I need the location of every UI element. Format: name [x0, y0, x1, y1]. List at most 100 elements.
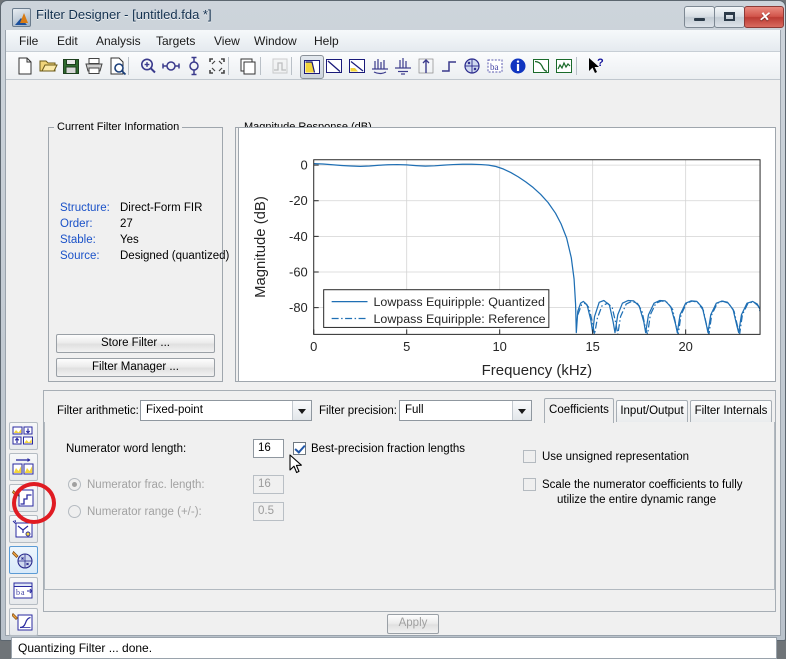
- chevron-down-icon[interactable]: [512, 401, 531, 420]
- menu-targets[interactable]: Targets: [151, 33, 200, 49]
- close-button[interactable]: ✕: [744, 6, 784, 28]
- save-icon: [60, 55, 82, 77]
- stable-label: Stable:: [60, 234, 96, 246]
- magnitude-and-phase-button[interactable]: [346, 55, 368, 77]
- filter-arithmetic-value: Fixed-point: [146, 404, 203, 416]
- apply-button[interactable]: Apply: [387, 614, 439, 634]
- source-value: Designed (quantized): [120, 250, 229, 262]
- pole-zero-editor-icon: [12, 549, 35, 571]
- sidebar-item-set-quantization-parameters[interactable]: [9, 484, 38, 512]
- status-bar: Quantizing Filter ... done.: [11, 637, 777, 659]
- phase-delay-button[interactable]: [392, 55, 414, 77]
- quantization-params-icon: [12, 487, 35, 509]
- sidebar-item-design-filter[interactable]: [9, 608, 38, 636]
- source-label: Source:: [60, 250, 100, 262]
- tab-coefficients[interactable]: Coefficients: [544, 398, 614, 423]
- numerator-range-label: Numerator range (+/-):: [87, 506, 202, 518]
- import-filter-icon: [12, 425, 35, 447]
- zoom-y-icon: [183, 55, 205, 77]
- filter-specifications-button[interactable]: [269, 55, 291, 77]
- open-button[interactable]: [37, 55, 59, 77]
- filter-manager-button[interactable]: Filter Manager ...: [56, 358, 215, 377]
- svg-text:a: a: [21, 588, 25, 597]
- pole-zero-plot-button[interactable]: [461, 55, 483, 77]
- scale-numerator-label-line1: Scale the numerator coefficients to full…: [542, 479, 743, 491]
- menu-analysis[interactable]: Analysis: [91, 33, 146, 49]
- use-unsigned-checkbox[interactable]: [523, 450, 536, 463]
- numerator-range-input[interactable]: 0.5: [253, 502, 284, 521]
- sidebar-item-pole-zero-editor[interactable]: [9, 546, 38, 574]
- context-help-button[interactable]: ?: [584, 55, 606, 77]
- print-icon: [83, 55, 105, 77]
- zoom-y-button[interactable]: [183, 55, 205, 77]
- store-filter-button[interactable]: Store Filter ...: [56, 334, 215, 353]
- full-view-icon: [206, 55, 228, 77]
- svg-text:15: 15: [585, 339, 599, 354]
- magnitude-response-plot[interactable]: 051015200-20-40-60-80Frequency (kHz)Magn…: [238, 127, 776, 382]
- zoom-in-button[interactable]: [137, 55, 159, 77]
- zoom-x-button[interactable]: [160, 55, 182, 77]
- structure-value: Direct-Form FIR: [120, 202, 202, 214]
- filter-information-button[interactable]: [507, 55, 529, 77]
- sidebar-item-realize-model[interactable]: [9, 515, 38, 543]
- menu-view[interactable]: View: [209, 33, 245, 49]
- design-sidebar: b a: [9, 422, 40, 637]
- window-title: Filter Designer - [untitled.fda *]: [36, 7, 212, 22]
- phase-response-button[interactable]: [323, 55, 345, 77]
- menu-help[interactable]: Help: [309, 33, 344, 49]
- tab-filter-internals[interactable]: Filter Internals: [690, 400, 772, 423]
- best-precision-checkbox[interactable]: [293, 442, 306, 455]
- use-unsigned-label: Use unsigned representation: [542, 451, 689, 463]
- svg-text:Lowpass Equiripple: Reference: Lowpass Equiripple: Reference: [373, 312, 545, 326]
- filter-precision-label: Filter precision:: [319, 405, 397, 417]
- svg-text:Lowpass Equiripple: Quantized: Lowpass Equiripple: Quantized: [373, 295, 544, 309]
- scale-numerator-label-line2: utilize the entire dynamic range: [557, 494, 716, 506]
- maximize-button[interactable]: [714, 6, 745, 28]
- svg-text:0: 0: [301, 158, 308, 173]
- svg-text:-40: -40: [289, 229, 308, 244]
- print-preview-button[interactable]: [106, 55, 128, 77]
- sidebar-item-import-filter[interactable]: [9, 422, 38, 450]
- print-button[interactable]: [83, 55, 105, 77]
- filter-coefficients-button[interactable]: b a: [484, 55, 506, 77]
- menu-file[interactable]: File: [14, 33, 43, 49]
- minimize-icon: [694, 18, 705, 21]
- svg-text:b: b: [16, 588, 20, 597]
- menu-edit[interactable]: Edit: [52, 33, 83, 49]
- filter-arithmetic-select[interactable]: Fixed-point: [140, 400, 312, 421]
- step-response-button[interactable]: [438, 55, 460, 77]
- structure-label: Structure:: [60, 202, 110, 214]
- save-button[interactable]: [60, 55, 82, 77]
- impulse-response-button[interactable]: [415, 55, 437, 77]
- sidebar-item-transform-filter[interactable]: [9, 453, 38, 481]
- filter-precision-value: Full: [405, 404, 424, 416]
- status-text: Quantizing Filter ... done.: [18, 641, 152, 655]
- toolbar: b a: [6, 52, 780, 80]
- numerator-word-length-label: Numerator word length:: [66, 443, 186, 455]
- numerator-frac-length-input[interactable]: 16: [253, 475, 284, 494]
- menu-window[interactable]: Window: [249, 33, 302, 49]
- numerator-frac-length-radio[interactable]: [68, 478, 81, 491]
- full-view-button[interactable]: [206, 55, 228, 77]
- group-delay-button[interactable]: [369, 55, 391, 77]
- current-filter-information-title: Current Filter Information: [54, 121, 182, 133]
- scale-numerator-checkbox[interactable]: [523, 478, 536, 491]
- chevron-down-icon[interactable]: [292, 401, 311, 420]
- minimize-button[interactable]: [684, 6, 715, 28]
- svg-text:0: 0: [310, 339, 317, 354]
- numerator-word-length-input[interactable]: 16: [253, 439, 284, 458]
- order-value: 27: [120, 218, 133, 230]
- filter-precision-select[interactable]: Full: [399, 400, 532, 421]
- magnitude-response-button[interactable]: [300, 55, 324, 79]
- pole-zero-icon: [461, 55, 483, 77]
- copy-figure-button[interactable]: [237, 55, 259, 77]
- round-off-noise-button[interactable]: [553, 55, 575, 77]
- sidebar-item-set-design-coefficients[interactable]: b a: [9, 577, 38, 605]
- numerator-range-radio[interactable]: [68, 505, 81, 518]
- stable-value: Yes: [120, 234, 139, 246]
- tab-input-output[interactable]: Input/Output: [616, 400, 688, 423]
- round-off-noise-icon: [553, 55, 575, 77]
- maximize-icon: [724, 12, 735, 21]
- magnitude-response-estimate-button[interactable]: [530, 55, 552, 77]
- new-button[interactable]: [14, 55, 36, 77]
